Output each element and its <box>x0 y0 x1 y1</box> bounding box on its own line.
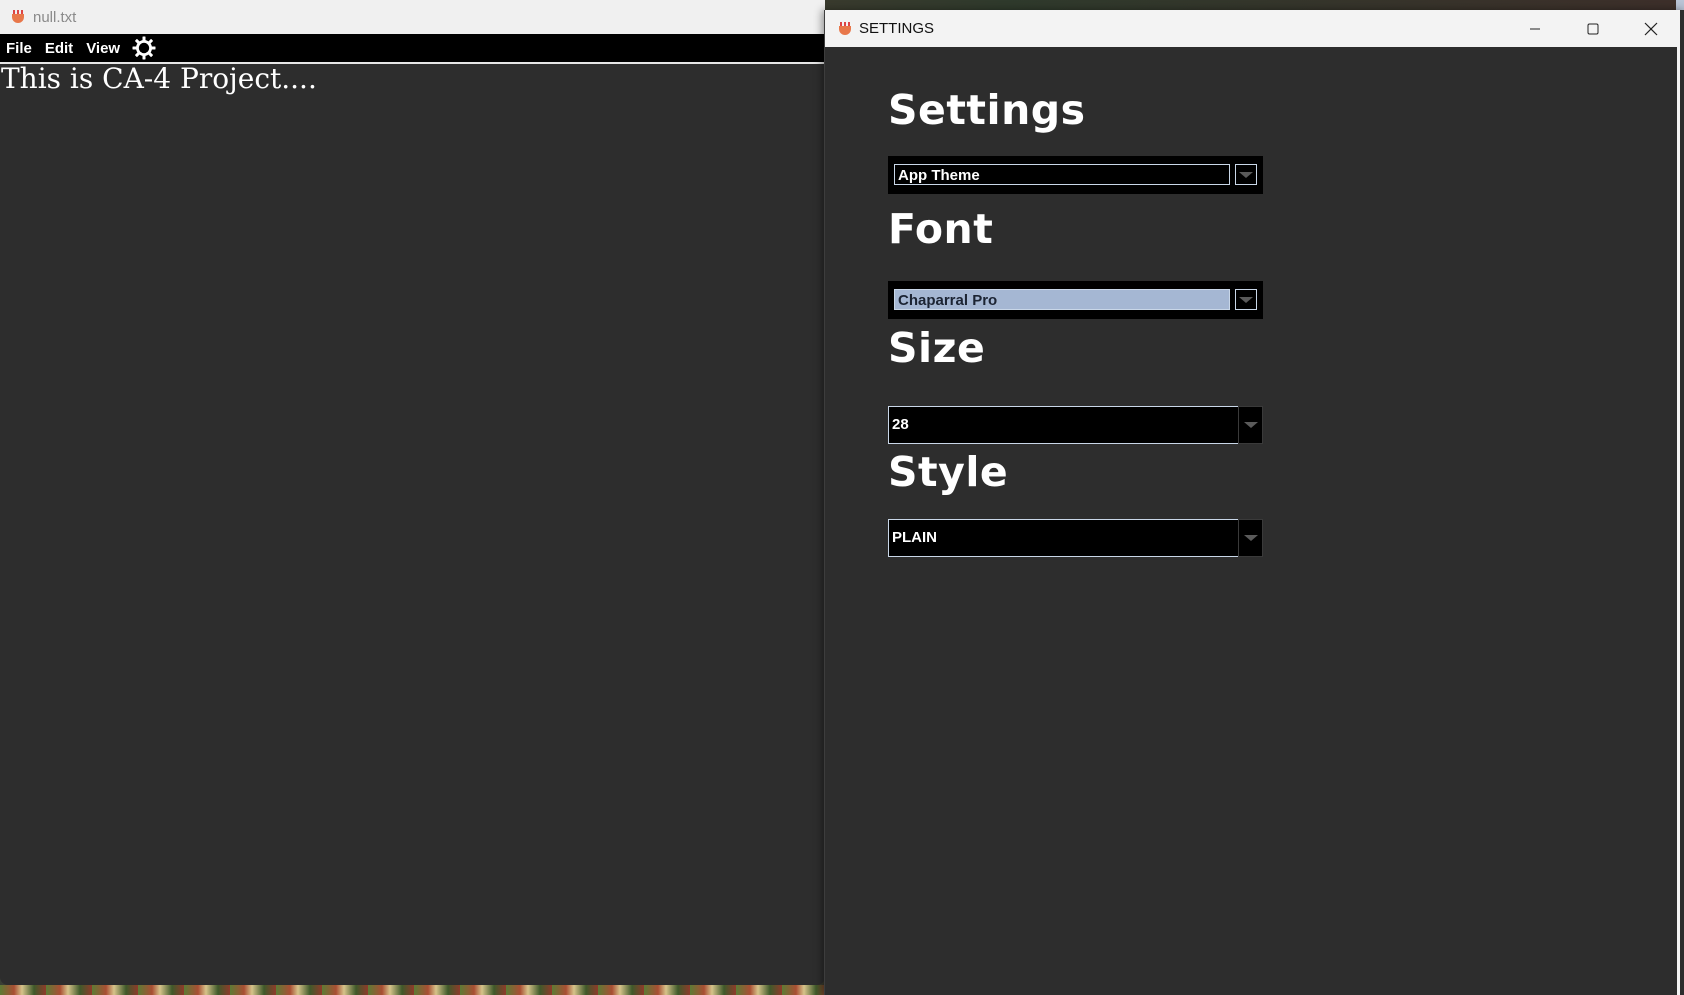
java-app-icon <box>839 21 851 36</box>
size-heading: Size <box>888 324 986 372</box>
gear-icon <box>132 36 156 60</box>
editor-titlebar[interactable]: null.txt <box>0 0 825 34</box>
app-theme-dropdown[interactable]: App Theme <box>888 156 1263 194</box>
settings-heading: Settings <box>888 86 1086 134</box>
close-icon <box>1644 22 1658 35</box>
font-value[interactable]: Chaparral Pro <box>894 289 1230 310</box>
settings-window-title: SETTINGS <box>859 20 935 37</box>
editor-text-area[interactable]: This is CA-4 Project.... <box>0 62 820 980</box>
menu-file[interactable]: File <box>0 40 39 57</box>
style-heading: Style <box>888 448 1009 496</box>
maximize-icon <box>1587 23 1599 34</box>
settings-window: SETTINGS Settings App Theme Font Chaparr… <box>824 10 1684 995</box>
window-controls <box>1506 10 1680 47</box>
editor-title: null.txt <box>33 8 77 26</box>
menu-view[interactable]: View <box>80 40 127 57</box>
settings-button[interactable] <box>131 35 157 61</box>
minimize-icon <box>1530 28 1540 29</box>
chevron-down-icon[interactable] <box>1235 289 1257 310</box>
settings-titlebar[interactable]: SETTINGS <box>825 10 1680 47</box>
settings-scrollbar[interactable] <box>1677 47 1680 995</box>
chevron-down-icon[interactable] <box>1238 406 1263 444</box>
menu-edit[interactable]: Edit <box>39 40 80 57</box>
size-input[interactable]: 28 <box>888 406 1239 444</box>
style-dropdown[interactable]: PLAIN <box>888 519 1263 557</box>
java-app-icon <box>12 10 24 24</box>
font-dropdown[interactable]: Chaparral Pro <box>888 281 1263 319</box>
chevron-down-icon[interactable] <box>1235 164 1257 185</box>
maximize-button[interactable] <box>1564 10 1622 47</box>
app-theme-value[interactable]: App Theme <box>894 164 1230 185</box>
close-button[interactable] <box>1622 10 1680 47</box>
minimize-button[interactable] <box>1506 10 1564 47</box>
style-input[interactable]: PLAIN <box>888 519 1239 557</box>
chevron-down-icon[interactable] <box>1238 519 1263 557</box>
size-dropdown[interactable]: 28 <box>888 406 1263 444</box>
editor-window: null.txt File Edit View This is CA-4 Pro… <box>0 0 825 985</box>
font-heading: Font <box>888 205 994 253</box>
editor-menubar: File Edit View <box>0 34 825 64</box>
